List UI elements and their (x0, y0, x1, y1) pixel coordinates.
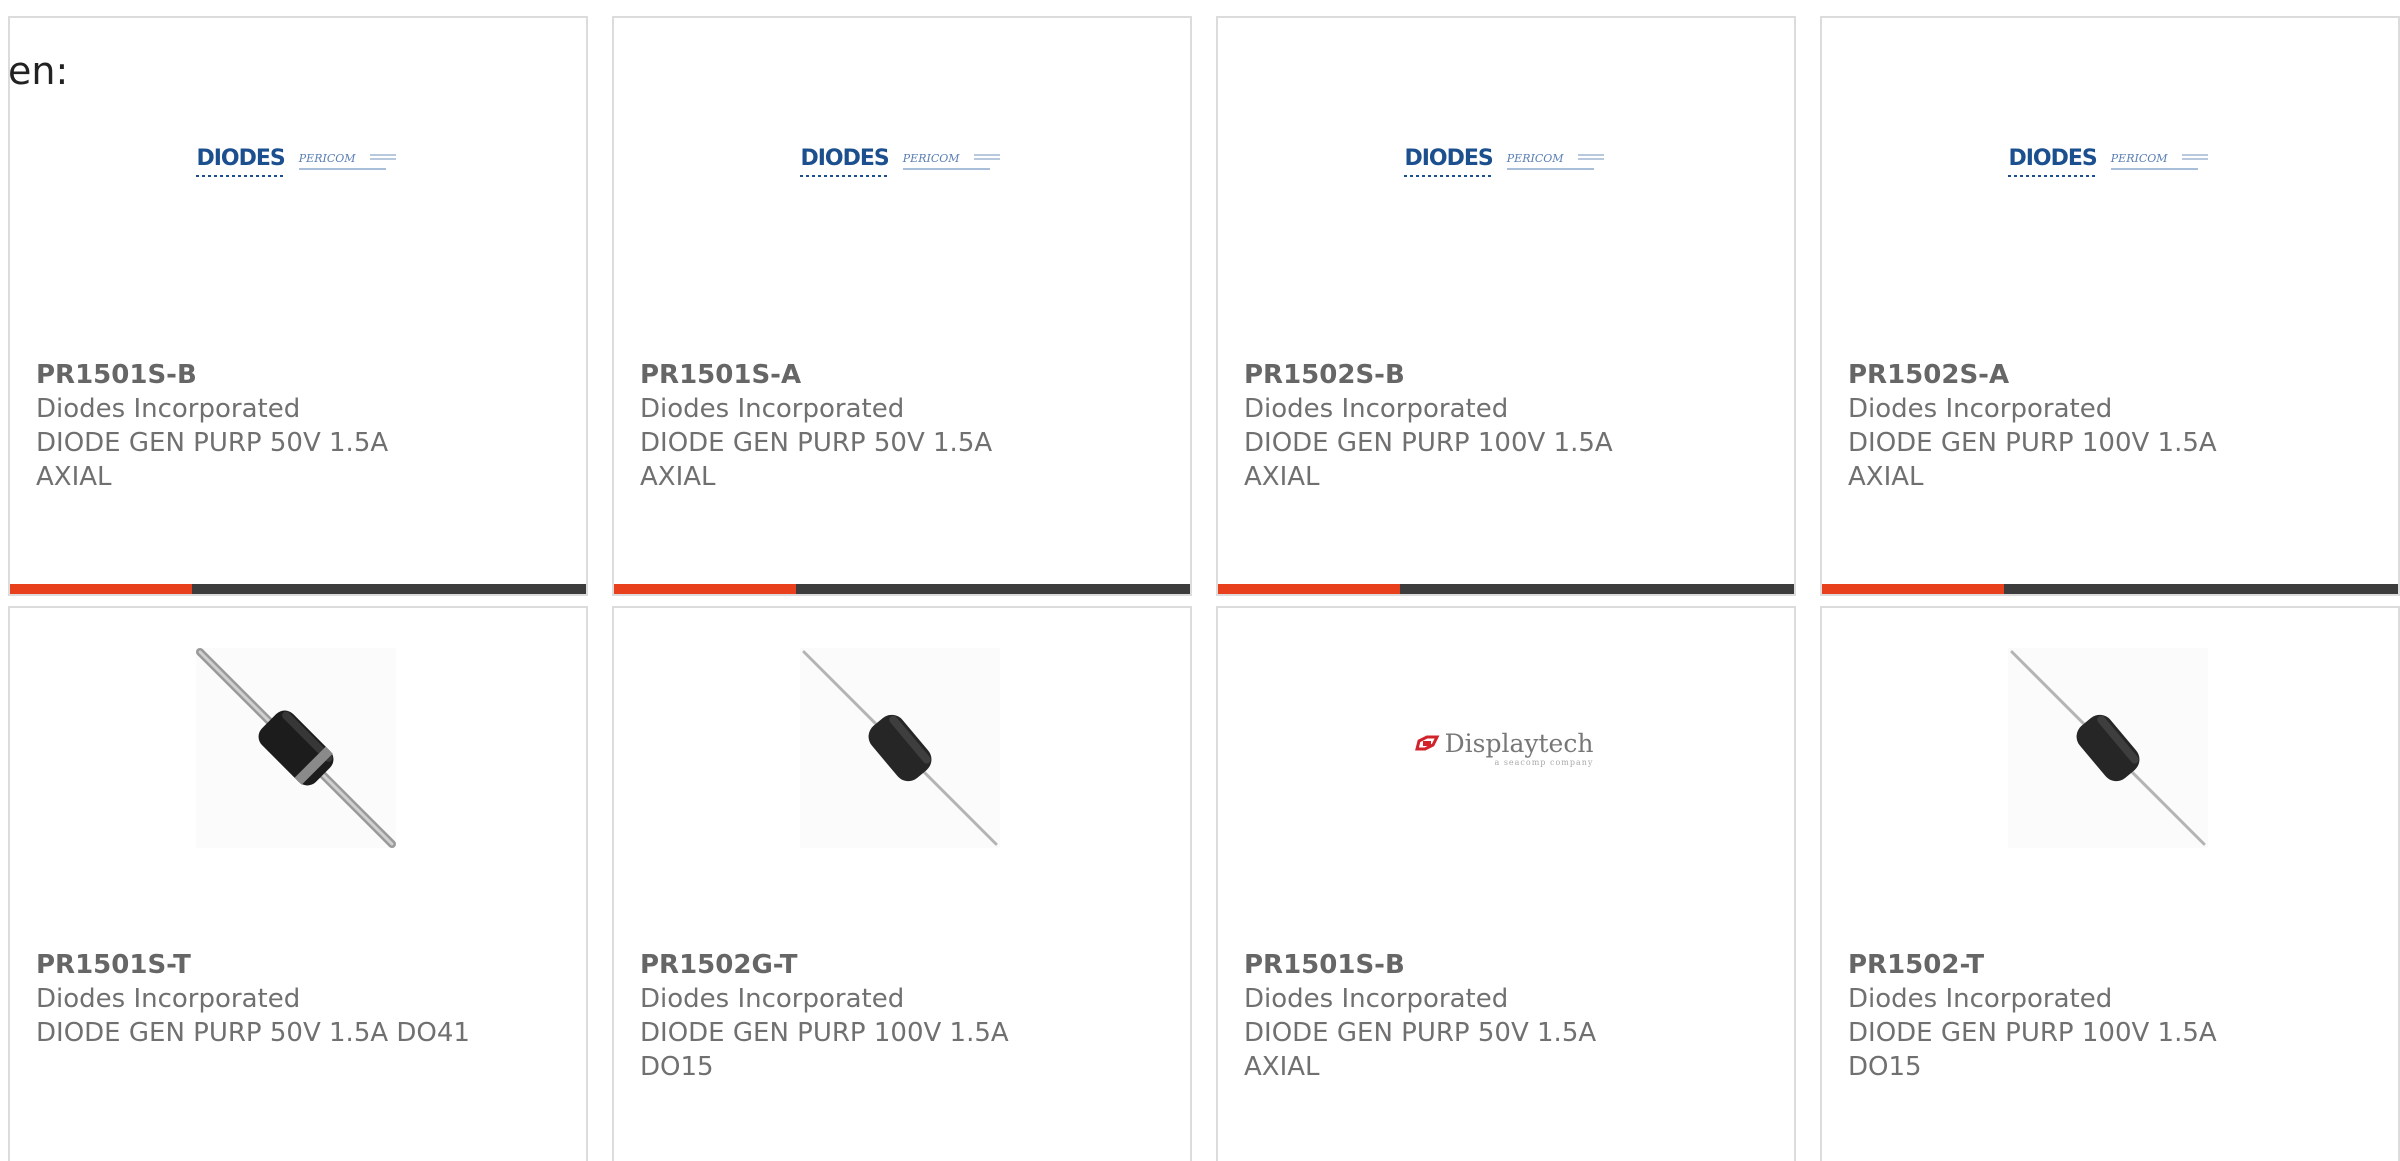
product-image[interactable]: DIODES PERICOM (800, 58, 1000, 258)
manufacturer: Diodes Incorporated (1244, 394, 1509, 424)
diodes-pericom-logo: DIODES PERICOM (196, 146, 396, 177)
product-info: PR1501S-B Diodes Incorporated DIODE GEN … (1244, 948, 1744, 1084)
diodes-pericom-logo: DIODES PERICOM (2008, 146, 2208, 177)
heading-fragment: en: (8, 49, 69, 93)
part-number-link[interactable]: PR1502S-A (1848, 358, 2348, 392)
product-card[interactable]: PR1502G-T Diodes Incorporated DIODE GEN … (612, 606, 1192, 1161)
diodes-pericom-logo: DIODES PERICOM (800, 146, 1000, 177)
description-line: DO15 (640, 1052, 714, 1082)
product-image[interactable]: DIODES PERICOM (2008, 58, 2208, 258)
product-image[interactable] (2008, 648, 2208, 848)
card-bottom-bar (1218, 584, 1794, 594)
card-accent-bar (1822, 584, 2004, 594)
part-number-link[interactable]: PR1502-T (1848, 948, 2348, 982)
product-info: PR1502S-B Diodes Incorporated DIODE GEN … (1244, 358, 1744, 494)
description-line: DIODE GEN PURP 100V 1.5A (1848, 428, 2217, 458)
product-card[interactable]: Displaytech a seacomp company PR1501S-B … (1216, 606, 1796, 1161)
product-image[interactable]: DIODES PERICOM (196, 58, 396, 258)
manufacturer: Diodes Incorporated (1848, 394, 2113, 424)
product-info: PR1502S-A Diodes Incorporated DIODE GEN … (1848, 358, 2348, 494)
description-line: DIODE GEN PURP 50V 1.5A (36, 428, 389, 458)
diodes-pericom-logo: DIODES PERICOM (1404, 146, 1604, 177)
product-card[interactable]: PR1501S-T Diodes Incorporated DIODE GEN … (8, 606, 588, 1161)
description-line: AXIAL (1244, 1052, 1320, 1082)
manufacturer: Diodes Incorporated (36, 984, 301, 1014)
manufacturer: Diodes Incorporated (640, 984, 905, 1014)
description-line: DIODE GEN PURP 100V 1.5A (640, 1018, 1009, 1048)
part-number-link[interactable]: PR1501S-A (640, 358, 1140, 392)
description-line: DIODE GEN PURP 100V 1.5A (1244, 428, 1613, 458)
card-bottom-bar (1822, 584, 2398, 594)
product-info: PR1501S-A Diodes Incorporated DIODE GEN … (640, 358, 1140, 494)
part-number-link[interactable]: PR1501S-B (36, 358, 536, 392)
product-info: PR1502G-T Diodes Incorporated DIODE GEN … (640, 948, 1140, 1084)
manufacturer: Diodes Incorporated (1244, 984, 1509, 1014)
part-number-link[interactable]: PR1501S-T (36, 948, 536, 982)
card-bottom-bar (10, 584, 586, 594)
product-grid-page: en: DIODES PERICOM PR1501S-B Diodes Inco… (0, 0, 2400, 1161)
card-bottom-bar (614, 584, 1190, 594)
product-image[interactable]: Displaytech a seacomp company (1404, 648, 1604, 848)
manufacturer: Diodes Incorporated (1848, 984, 2113, 1014)
description-line: DIODE GEN PURP 50V 1.5A (640, 428, 993, 458)
description-line: AXIAL (36, 462, 112, 492)
part-number-link[interactable]: PR1501S-B (1244, 948, 1744, 982)
axial-diode-photo-icon (196, 648, 396, 848)
product-card[interactable]: DIODES PERICOM PR1502S-B Diodes Incorpor… (1216, 16, 1796, 596)
product-info: PR1501S-T Diodes Incorporated DIODE GEN … (36, 948, 536, 1050)
axial-diode-photo-icon (800, 648, 1000, 848)
product-card[interactable]: DIODES PERICOM PR1502S-A Diodes Incorpor… (1820, 16, 2400, 596)
description-line: AXIAL (640, 462, 716, 492)
description-line: DIODE GEN PURP 100V 1.5A (1848, 1018, 2217, 1048)
card-accent-bar (1218, 584, 1400, 594)
axial-diode-photo-icon (2008, 648, 2208, 848)
displaytech-mark-icon (1414, 735, 1440, 750)
product-image[interactable] (196, 648, 396, 848)
part-number-link[interactable]: PR1502S-B (1244, 358, 1744, 392)
manufacturer: Diodes Incorporated (36, 394, 301, 424)
description-line: AXIAL (1244, 462, 1320, 492)
product-info: PR1501S-B Diodes Incorporated DIODE GEN … (36, 358, 536, 494)
product-card[interactable]: DIODES PERICOM PR1501S-A Diodes Incorpor… (612, 16, 1192, 596)
product-card[interactable]: PR1502-T Diodes Incorporated DIODE GEN P… (1820, 606, 2400, 1161)
product-image[interactable]: DIODES PERICOM (1404, 58, 1604, 258)
product-image[interactable] (800, 648, 1000, 848)
card-accent-bar (614, 584, 796, 594)
product-info: PR1502-T Diodes Incorporated DIODE GEN P… (1848, 948, 2348, 1084)
description-line: DIODE GEN PURP 50V 1.5A DO41 (36, 1018, 470, 1048)
description-line: DIODE GEN PURP 50V 1.5A (1244, 1018, 1597, 1048)
card-accent-bar (10, 584, 192, 594)
description-line: AXIAL (1848, 462, 1924, 492)
part-number-link[interactable]: PR1502G-T (640, 948, 1140, 982)
product-card[interactable]: DIODES PERICOM PR1501S-B Diodes Incorpor… (8, 16, 588, 596)
description-line: DO15 (1848, 1052, 1922, 1082)
displaytech-logo: Displaytech a seacomp company (1414, 729, 1593, 767)
manufacturer: Diodes Incorporated (640, 394, 905, 424)
